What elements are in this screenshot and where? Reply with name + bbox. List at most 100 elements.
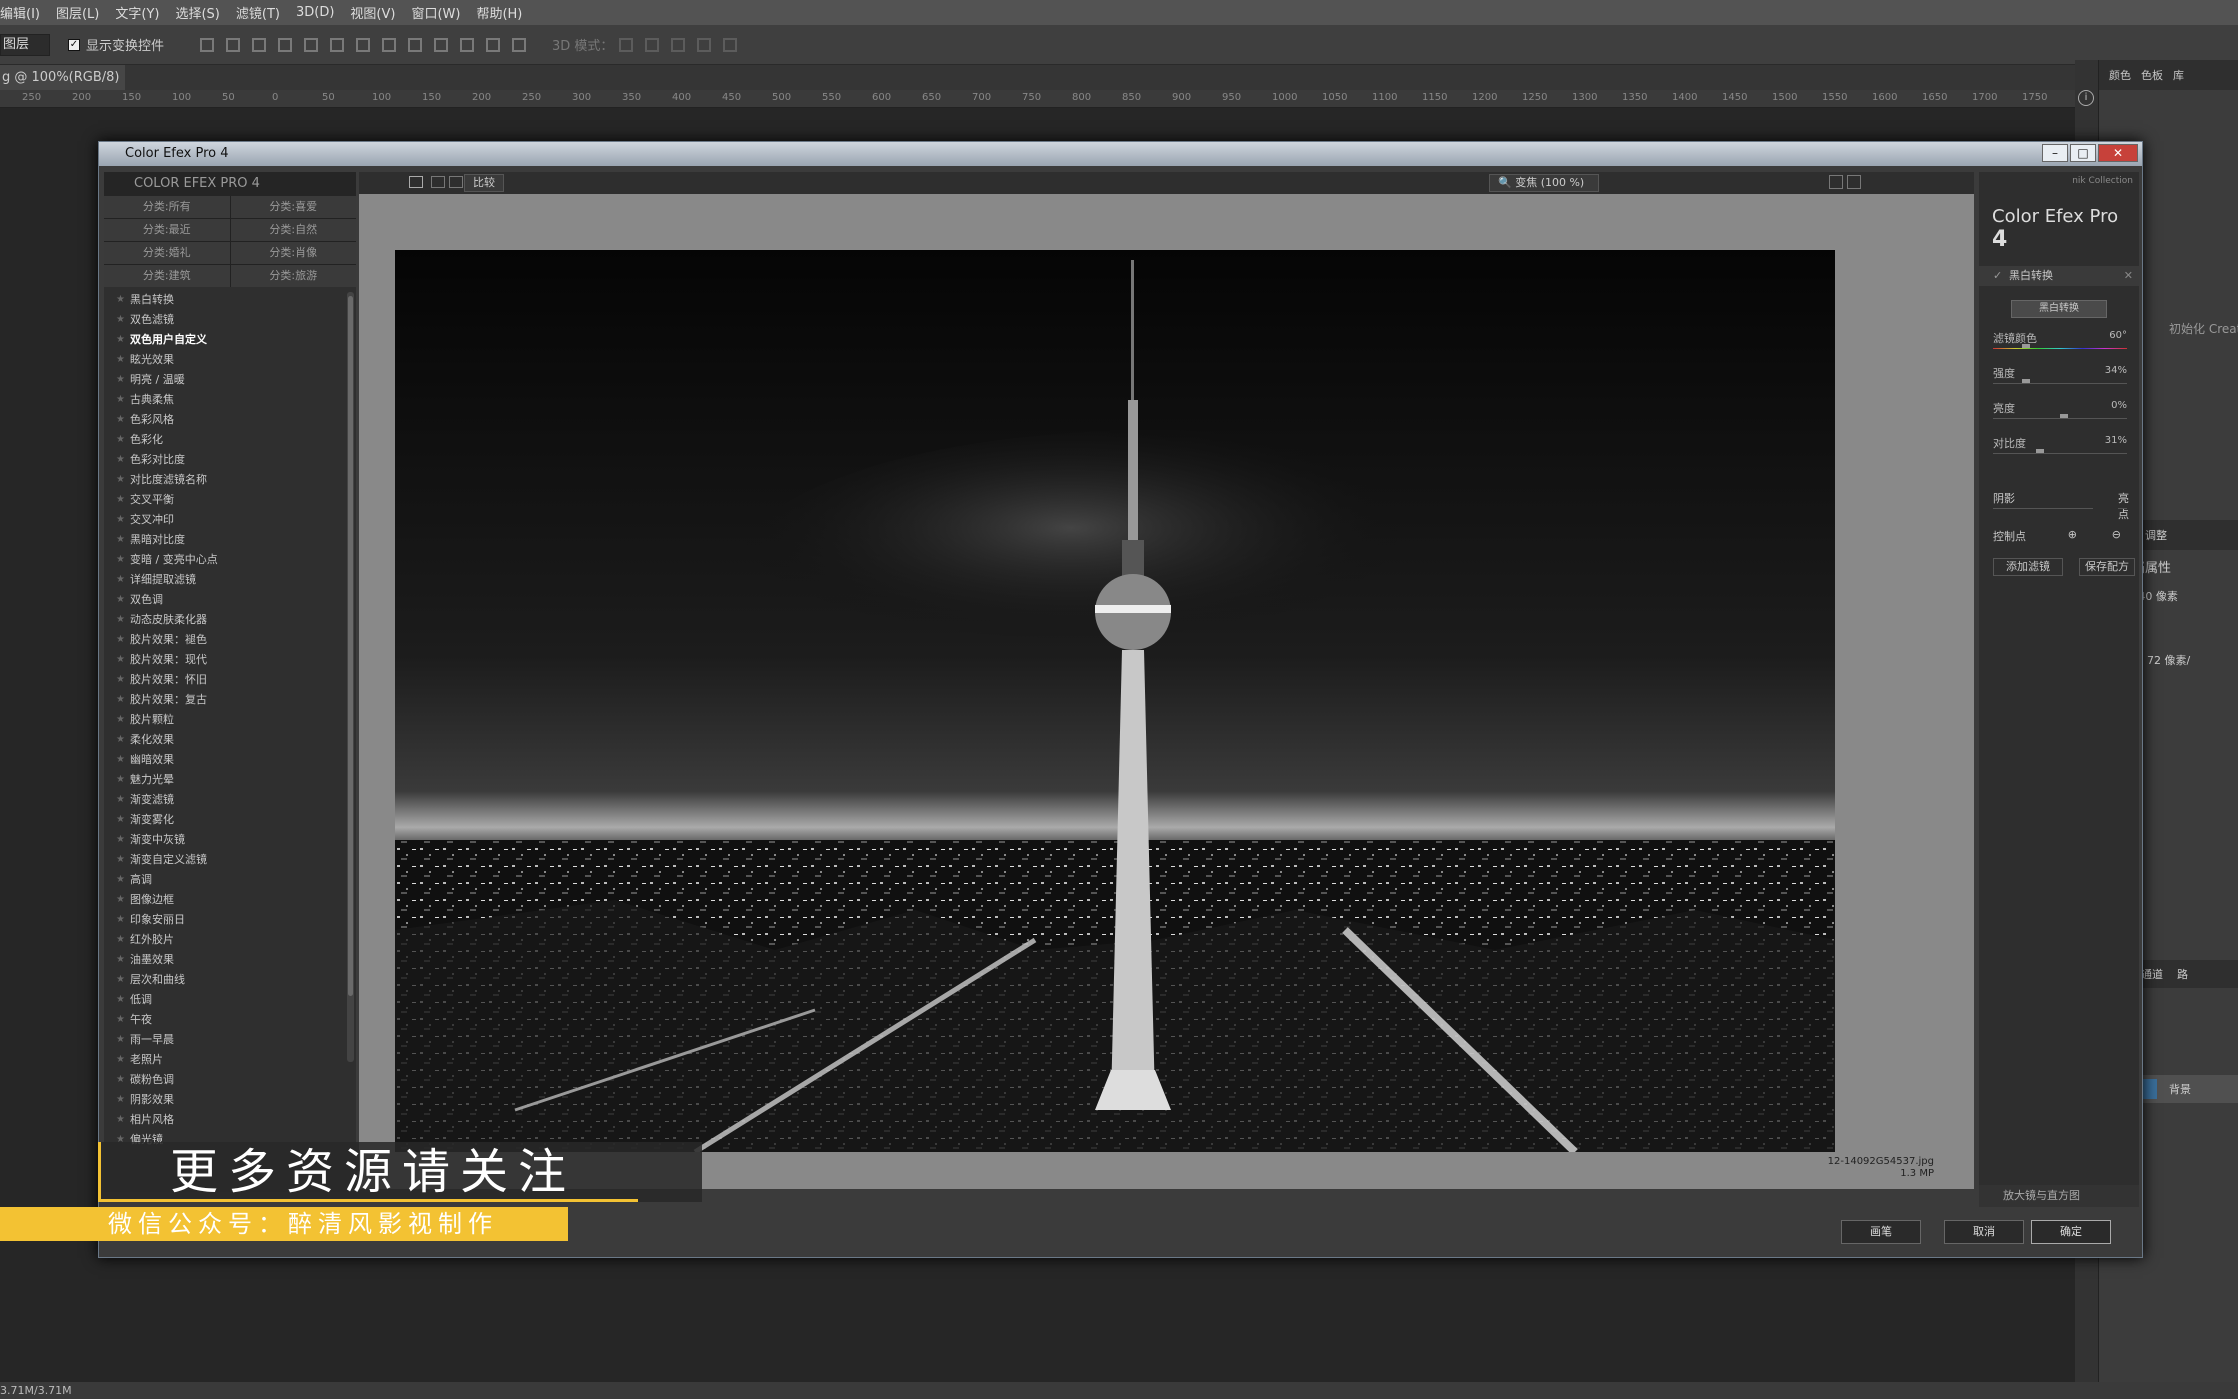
tab-paths[interactable]: 路	[2177, 966, 2188, 982]
slider-track[interactable]	[1993, 348, 2127, 349]
filter-list-item[interactable]: 老照片	[104, 1050, 342, 1070]
filter-list-item[interactable]: 对比度滤镜名称	[104, 470, 342, 490]
background-toggle-icon[interactable]	[1829, 175, 1843, 189]
filter-list-item[interactable]: 双色用户自定义	[104, 330, 342, 350]
menu-type[interactable]: 文字(Y)	[115, 3, 159, 22]
slider-track[interactable]	[1993, 418, 2127, 419]
filter-slider[interactable]: 亮度 0%	[1993, 400, 2127, 435]
filter-list-item[interactable]: 阴影效果	[104, 1090, 342, 1110]
filter-list-item[interactable]: 胶片颗粒	[104, 710, 342, 730]
category-button[interactable]: 分类:最近	[104, 219, 230, 241]
shadow-slider[interactable]	[1993, 508, 2093, 509]
align-right-icon[interactable]	[330, 37, 345, 52]
filter-list-item[interactable]: 渐变滤镜	[104, 790, 342, 810]
preview-photo[interactable]	[395, 250, 1835, 1152]
category-button[interactable]: 分类:肖像	[230, 242, 356, 264]
filter-list-item[interactable]: 相片风格	[104, 1110, 342, 1130]
align-left-icon[interactable]	[278, 37, 293, 52]
filter-slider[interactable]: 强度 34%	[1993, 365, 2127, 400]
menu-filter[interactable]: 滤镜(T)	[236, 3, 280, 22]
menu-help[interactable]: 帮助(H)	[476, 3, 522, 22]
close-button[interactable]: ✕	[2098, 144, 2138, 162]
3d-slide-icon[interactable]	[697, 37, 712, 52]
side-by-side-icon[interactable]	[449, 176, 463, 188]
tab-color[interactable]: 颜色	[2109, 67, 2131, 83]
3d-roll-icon[interactable]	[645, 37, 660, 52]
highlight-slider[interactable]	[2118, 508, 2127, 509]
control-points-label[interactable]: 控制点	[1993, 530, 2026, 543]
category-button[interactable]: 分类:婚礼	[104, 242, 230, 264]
filter-list-item[interactable]: 色彩对比度	[104, 450, 342, 470]
ok-button[interactable]: 确定	[2031, 1220, 2111, 1244]
filter-list-item[interactable]: 图像边框	[104, 890, 342, 910]
compare-button[interactable]: 比较	[464, 174, 504, 192]
auto-select-dropdown[interactable]: 图层	[0, 33, 50, 56]
filter-list-item[interactable]: 胶片效果：现代	[104, 650, 342, 670]
filter-list-item[interactable]: 渐变中灰镜	[104, 830, 342, 850]
filter-list-item[interactable]: 魅力光晕	[104, 770, 342, 790]
tab-channels[interactable]: 通道	[2141, 966, 2163, 982]
3d-camera-icon[interactable]	[723, 37, 738, 52]
align-top-icon[interactable]	[200, 37, 215, 52]
filter-list-item[interactable]: 色彩化	[104, 430, 342, 450]
filter-list-item[interactable]: 层次和曲线	[104, 970, 342, 990]
auto-align-icon[interactable]	[512, 37, 527, 52]
slider-knob[interactable]	[2022, 379, 2031, 383]
conversion-method-dropdown[interactable]: 黑白转换	[2011, 300, 2107, 318]
menu-select[interactable]: 选择(S)	[175, 3, 219, 22]
align-bottom-icon[interactable]	[252, 37, 267, 52]
zoom-dropdown[interactable]: 🔍 变焦 (100 %)	[1489, 174, 1599, 192]
maximize-button[interactable]: □	[2070, 144, 2096, 162]
distribute-hcenter-icon[interactable]	[460, 37, 475, 52]
filter-list-item[interactable]: 雨一早晨	[104, 1030, 342, 1050]
tab-adjustments[interactable]: 调整	[2145, 527, 2167, 543]
filter-list-item[interactable]: 油墨效果	[104, 950, 342, 970]
category-button[interactable]: 分类:所有	[104, 196, 230, 218]
menu-view[interactable]: 视图(V)	[350, 3, 395, 22]
filter-list-item[interactable]: 交叉冲印	[104, 510, 342, 530]
menu-3d[interactable]: 3D(D)	[296, 5, 334, 20]
filter-list-item[interactable]: 明亮 / 温暖	[104, 370, 342, 390]
filter-list-item[interactable]: 交叉平衡	[104, 490, 342, 510]
save-recipe-button[interactable]: 保存配方	[2079, 558, 2135, 576]
add-filter-button[interactable]: 添加滤镜	[1993, 558, 2063, 576]
slider-knob[interactable]	[2022, 344, 2031, 348]
filter-list-item[interactable]: 古典柔焦	[104, 390, 342, 410]
filter-list-item[interactable]: 渐变雾化	[104, 810, 342, 830]
filter-list-item[interactable]: 幽暗效果	[104, 750, 342, 770]
distribute-bottom-icon[interactable]	[408, 37, 423, 52]
category-button[interactable]: 分类:自然	[230, 219, 356, 241]
filter-list-item[interactable]: 胶片效果：褪色	[104, 630, 342, 650]
align-hcenter-icon[interactable]	[304, 37, 319, 52]
3d-rotate-icon[interactable]	[619, 37, 634, 52]
menu-window[interactable]: 窗口(W)	[411, 3, 460, 22]
minimize-button[interactable]: –	[2042, 144, 2068, 162]
category-button[interactable]: 分类:建筑	[104, 265, 230, 287]
filter-list-item[interactable]: 渐变自定义滤镜	[104, 850, 342, 870]
filter-list-scrollbar[interactable]	[347, 292, 354, 1062]
filter-list-item[interactable]: 碳粉色调	[104, 1070, 342, 1090]
menu-layer[interactable]: 图层(L)	[56, 3, 99, 22]
filter-list-item[interactable]: 黑白转换	[104, 290, 342, 310]
slider-track[interactable]	[1993, 453, 2127, 454]
single-view-icon[interactable]	[409, 176, 423, 188]
filter-list-item[interactable]: 变暗 / 变亮中心点	[104, 550, 342, 570]
filter-list-item[interactable]: 红外胶片	[104, 930, 342, 950]
menu-edit[interactable]: 编辑(I)	[0, 3, 40, 22]
filter-slider[interactable]: 滤镜颜色 60°	[1993, 330, 2127, 365]
filter-list-item[interactable]: 胶片效果：怀旧	[104, 670, 342, 690]
add-control-point-icon[interactable]: ⊕	[2068, 528, 2077, 541]
distribute-right-icon[interactable]	[486, 37, 501, 52]
loupe-toggle-icon[interactable]	[1847, 175, 1861, 189]
slider-knob[interactable]	[2035, 449, 2044, 453]
filter-list-item[interactable]: 眩光效果	[104, 350, 342, 370]
distribute-left-icon[interactable]	[434, 37, 449, 52]
cancel-button[interactable]: 取消	[1944, 1220, 2024, 1244]
info-icon[interactable]: i	[2078, 90, 2094, 106]
distribute-vcenter-icon[interactable]	[382, 37, 397, 52]
filter-list-item[interactable]: 低调	[104, 990, 342, 1010]
filter-list-item[interactable]: 柔化效果	[104, 730, 342, 750]
3d-drag-icon[interactable]	[671, 37, 686, 52]
active-filter-header[interactable]: ✓ 黑白转换 ✕	[1979, 266, 2139, 286]
filter-list-item[interactable]: 黑暗对比度	[104, 530, 342, 550]
